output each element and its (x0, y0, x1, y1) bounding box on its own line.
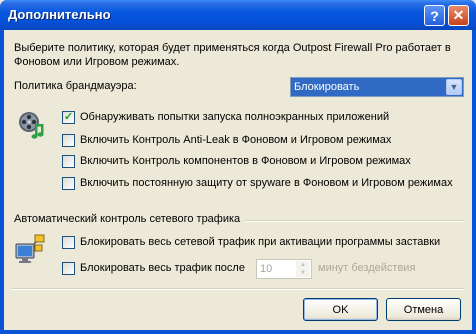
footer-divider (12, 288, 464, 290)
help-icon: ? (430, 7, 439, 24)
block-after-idle-checkbox[interactable] (62, 262, 75, 275)
policy-description: Выберите политику, которая будет применя… (14, 42, 451, 68)
block-screensaver-label[interactable]: Блокировать весь сетевой трафик при акти… (80, 236, 440, 248)
component-control-checkbox[interactable] (62, 155, 75, 168)
idle-minutes-suffix: минут бездействия (318, 262, 416, 274)
component-control-label[interactable]: Включить Контроль компонентов в Фоновом … (80, 155, 411, 167)
block-after-idle-label[interactable]: Блокировать весь трафик после (80, 262, 245, 274)
spinner-buttons: ▲ ▼ (296, 261, 310, 277)
spinner-down-icon[interactable]: ▼ (296, 269, 310, 277)
dialog-window: Дополнительно ? ✕ Выберите политику, кот… (0, 0, 476, 334)
close-icon: ✕ (452, 7, 465, 23)
help-button[interactable]: ? (424, 5, 445, 26)
chevron-down-icon[interactable]: ▼ (446, 79, 462, 95)
film-reel-music-icon (19, 112, 44, 139)
firewall-policy-value: Блокировать (294, 81, 360, 93)
traffic-group-divider (244, 220, 464, 222)
firewall-policy-label: Политика брандмауэра: (14, 80, 137, 92)
idle-minutes-value[interactable]: 10 (260, 263, 272, 275)
close-button[interactable]: ✕ (448, 5, 469, 26)
anti-leak-label[interactable]: Включить Контроль Anti-Leak в Фоновом и … (80, 134, 391, 146)
spinner-up-icon[interactable]: ▲ (296, 261, 310, 269)
spyware-protection-checkbox[interactable] (62, 177, 75, 190)
ok-button[interactable]: OK (303, 298, 378, 321)
anti-leak-checkbox[interactable] (62, 134, 75, 147)
dialog-body: Выберите политику, которая будет применя… (4, 30, 472, 330)
block-screensaver-checkbox[interactable] (62, 236, 75, 249)
firewall-policy-select[interactable]: Блокировать ▼ (290, 77, 464, 97)
idle-minutes-spinner[interactable]: 10 ▲ ▼ (256, 259, 312, 279)
dialog-title: Дополнительно (8, 7, 111, 22)
network-monitor-icon (15, 234, 45, 263)
check-mark-icon: ✓ (64, 111, 74, 123)
title-bar[interactable]: Дополнительно ? ✕ (0, 0, 476, 30)
spyware-protection-label[interactable]: Включить постоянную защиту от spyware в … (80, 177, 453, 189)
detect-fullscreen-checkbox[interactable]: ✓ (62, 111, 75, 124)
traffic-group-label: Автоматический контроль сетевого трафика (14, 213, 241, 225)
detect-fullscreen-label[interactable]: Обнаруживать попытки запуска полноэкранн… (80, 111, 389, 123)
cancel-button[interactable]: Отмена (386, 298, 461, 321)
